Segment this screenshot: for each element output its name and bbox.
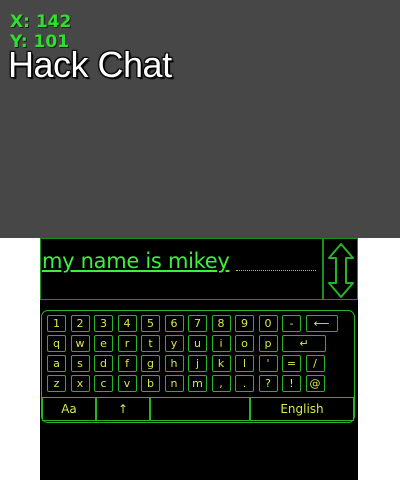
key-1-1[interactable]: w: [70, 335, 90, 352]
key-0-10[interactable]: -: [282, 315, 301, 332]
caps-key[interactable]: Aa: [42, 397, 96, 421]
key-2-0[interactable]: a: [47, 355, 66, 372]
key-0-7[interactable]: 8: [211, 315, 231, 332]
key-0-9[interactable]: 0: [258, 315, 278, 332]
key-2-4[interactable]: g: [141, 355, 160, 372]
key-2-3[interactable]: f: [117, 355, 137, 372]
key-2-1[interactable]: s: [70, 355, 90, 372]
key-2-8[interactable]: l: [235, 355, 254, 372]
key-3-3[interactable]: v: [117, 375, 137, 392]
key-0-6[interactable]: 7: [188, 315, 207, 332]
key-3-9[interactable]: ?: [258, 375, 278, 392]
key-2-2[interactable]: d: [94, 355, 113, 372]
key-3-1[interactable]: x: [70, 375, 90, 392]
key-3-0[interactable]: z: [47, 375, 66, 392]
key-1-4[interactable]: t: [141, 335, 160, 352]
app-title: Hack Chat: [8, 44, 172, 85]
key-1-6[interactable]: u: [188, 335, 207, 352]
key-1-3[interactable]: r: [117, 335, 137, 352]
bottom-screen: my name is mikey 1 2 3 4 5 6 7 8 9 0- ⟵ q w e r t y u i o p ↵…: [40, 238, 358, 480]
key-3-11[interactable]: @: [305, 375, 325, 392]
key-0-4[interactable]: 5: [141, 315, 160, 332]
x-coordinate: X: 142: [10, 12, 72, 32]
message-input[interactable]: my name is mikey: [40, 238, 323, 300]
key-1-7[interactable]: i: [211, 335, 231, 352]
key-1-9[interactable]: p: [258, 335, 278, 352]
key-1-2[interactable]: e: [94, 335, 113, 352]
top-screen: X: 142 Y: 101 Hack Chat: [0, 0, 400, 238]
language-key[interactable]: English: [250, 397, 354, 421]
key-0-8[interactable]: 9: [235, 315, 254, 332]
scroll-control[interactable]: [323, 238, 358, 300]
key-1-8[interactable]: o: [235, 335, 254, 352]
key-3-2[interactable]: c: [94, 375, 113, 392]
key-1-5[interactable]: y: [164, 335, 184, 352]
key-0-0[interactable]: 1: [47, 315, 66, 332]
key-0-2[interactable]: 3: [94, 315, 113, 332]
key-0-11[interactable]: ⟵: [305, 315, 338, 332]
double-arrow-icon: [328, 243, 354, 298]
key-2-6[interactable]: j: [188, 355, 207, 372]
message-input-text: my name is mikey: [42, 249, 230, 273]
key-3-8[interactable]: .: [235, 375, 254, 392]
input-underline: [236, 270, 316, 271]
key-1-10[interactable]: ↵: [282, 335, 326, 352]
space-key[interactable]: [150, 397, 250, 421]
key-1-0[interactable]: q: [47, 335, 66, 352]
shift-key[interactable]: ↑: [96, 397, 150, 421]
key-2-7[interactable]: k: [211, 355, 231, 372]
key-0-5[interactable]: 6: [164, 315, 184, 332]
key-3-5[interactable]: n: [164, 375, 184, 392]
key-0-3[interactable]: 4: [117, 315, 137, 332]
key-3-6[interactable]: m: [188, 375, 207, 392]
key-2-9[interactable]: ': [258, 355, 278, 372]
key-3-7[interactable]: ,: [211, 375, 231, 392]
key-2-5[interactable]: h: [164, 355, 184, 372]
key-3-4[interactable]: b: [141, 375, 160, 392]
key-3-10[interactable]: !: [282, 375, 301, 392]
software-keyboard: 1 2 3 4 5 6 7 8 9 0- ⟵ q w e r t y u i o p ↵ a s d f g h j k l ' = / z x c v b…: [41, 310, 355, 423]
key-0-1[interactable]: 2: [70, 315, 90, 332]
key-2-10[interactable]: =: [282, 355, 301, 372]
key-2-11[interactable]: /: [305, 355, 325, 372]
